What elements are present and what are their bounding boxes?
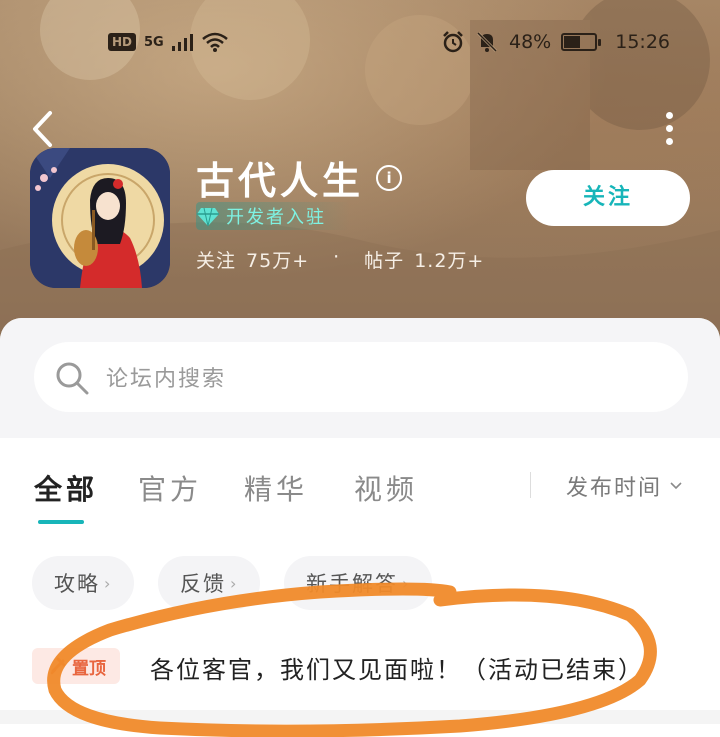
chevron-right-icon: ›: [402, 573, 411, 593]
tab-video[interactable]: 视频: [354, 468, 418, 508]
header-banner: HD 5G 48% 15:26 古代人生 i 开发者入驻 关注 75万+ · 帖…: [0, 0, 720, 340]
chevron-down-icon: [670, 482, 682, 490]
tab-divider: [530, 472, 531, 498]
follow-stat-label: 关注: [196, 250, 237, 272]
status-bar: HD 5G 48% 15:26: [0, 30, 720, 64]
forum-page: HD 5G 48% 15:26 古代人生 i 开发者入驻 关注 75万+ · 帖…: [0, 0, 720, 737]
status-time: 15:26: [615, 31, 670, 53]
signal-icon: [171, 34, 193, 51]
alarm-icon: [443, 31, 463, 53]
stats-separator: ·: [333, 246, 341, 268]
tab-featured[interactable]: 精华: [244, 468, 308, 508]
forum-stats: 关注 75万+ · 帖子 1.2万+: [196, 246, 484, 273]
chip-label: 新手解答: [306, 572, 398, 596]
search-icon: [56, 362, 89, 395]
sort-label: 发布时间: [566, 476, 663, 501]
network-label: 5G: [144, 34, 164, 50]
app-name: 古代人生: [196, 159, 365, 203]
more-vertical-icon: [665, 112, 673, 119]
forum-content: 论坛内搜索 全部 官方 精华 视频 发布时间 攻略 › 反馈 › 新手解答 › …: [0, 318, 720, 737]
status-left: HD 5G: [108, 32, 228, 52]
developer-badge-label: 开发者入驻: [226, 207, 326, 228]
category-chips: 攻略 › 反馈 › 新手解答 ›: [0, 554, 720, 614]
active-tab-indicator: [38, 520, 84, 524]
battery-percent: 48%: [509, 31, 552, 53]
back-button[interactable]: [30, 110, 60, 150]
wifi-icon: [201, 32, 228, 52]
follow-stat-count: 75万+: [246, 250, 310, 272]
more-options-button[interactable]: [662, 112, 676, 148]
search-section: 论坛内搜索: [0, 318, 720, 438]
info-icon[interactable]: i: [376, 164, 403, 191]
pinned-post-title: 各位客官，我们又见面啦！（活动已结束）: [150, 656, 644, 684]
pinned-post[interactable]: 置顶 各位客官，我们又见面啦！（活动已结束）: [0, 640, 720, 700]
chip-label: 反馈: [180, 572, 226, 596]
chip-feedback[interactable]: 反馈 ›: [158, 556, 261, 610]
section-divider: [0, 710, 720, 724]
posts-stat-count: 1.2万+: [414, 250, 485, 272]
hd-badge: HD: [108, 33, 137, 51]
tab-bar: 全部 官方 精华 视频 发布时间: [0, 438, 720, 528]
search-placeholder: 论坛内搜索: [106, 367, 227, 392]
app-icon[interactable]: [30, 148, 170, 288]
chevron-right-icon: ›: [230, 573, 239, 593]
pinned-badge: 置顶: [32, 648, 120, 684]
pin-icon: [50, 657, 66, 675]
app-title: 古代人生 i: [196, 150, 403, 205]
battery-level-fill: [564, 36, 580, 48]
status-right: 48% 15:26: [441, 30, 670, 54]
tab-official[interactable]: 官方: [138, 468, 202, 508]
posts-stat-label: 帖子: [364, 250, 405, 272]
pinned-badge-label: 置顶: [72, 658, 106, 679]
tab-all[interactable]: 全部: [34, 468, 98, 508]
chevron-left-icon: [33, 111, 52, 147]
more-dot: [665, 138, 673, 145]
search-input[interactable]: 论坛内搜索: [34, 342, 688, 412]
developer-badge[interactable]: 开发者入驻: [196, 202, 350, 230]
chip-guides[interactable]: 攻略 ›: [32, 556, 135, 610]
diamond-icon: [197, 207, 219, 227]
chip-newbie-qa[interactable]: 新手解答 ›: [284, 556, 433, 610]
follow-button[interactable]: 关注: [526, 170, 690, 226]
chip-label: 攻略: [54, 572, 100, 596]
more-dot: [665, 125, 673, 132]
sort-dropdown[interactable]: 发布时间: [566, 470, 682, 502]
mute-icon: [476, 31, 498, 53]
app-icon-artwork: [30, 148, 170, 288]
battery-icon: [561, 33, 602, 51]
chevron-right-icon: ›: [104, 573, 113, 593]
